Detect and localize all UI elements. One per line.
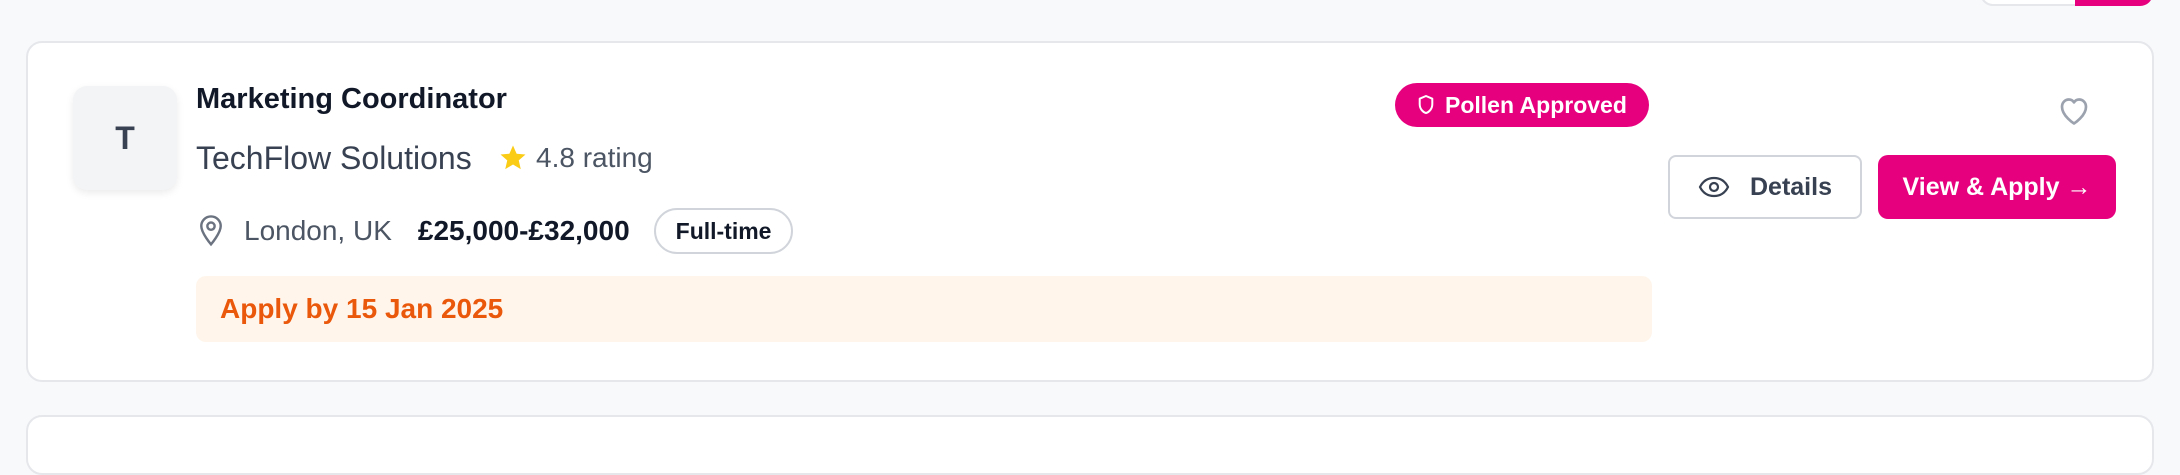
job-meta: London, UK £25,000-£32,000 Full-time [196, 208, 794, 254]
company-name: TechFlow Solutions [196, 140, 472, 176]
badge-label: Pollen Approved [1445, 91, 1627, 118]
application-deadline: Apply by 15 Jan 2025 [196, 276, 1652, 342]
next-job-card [26, 415, 2154, 475]
map-pin-icon [200, 215, 222, 247]
details-label: Details [1750, 172, 1832, 201]
pollen-approved-badge: Pollen Approved [1395, 83, 1649, 127]
previous-card-control-accent[interactable] [2075, 0, 2153, 6]
eye-icon [1698, 176, 1730, 198]
star-icon [500, 145, 526, 170]
company-rating: 4.8 rating [498, 142, 653, 174]
deadline-text: Apply by 15 Jan 2025 [220, 293, 504, 324]
job-salary: £25,000-£32,000 [417, 215, 630, 246]
details-button[interactable]: Details [1668, 155, 1862, 219]
heart-icon[interactable] [2056, 93, 2092, 127]
apply-label: View & Apply → [1902, 172, 2092, 201]
rating-text: 4.8 rating [536, 142, 653, 173]
shield-icon [1418, 95, 1434, 115]
view-and-apply-button[interactable]: View & Apply → [1878, 155, 2116, 219]
job-title[interactable]: Marketing Coordinator [196, 83, 507, 116]
company-logo: T [73, 86, 177, 190]
job-card: T Marketing Coordinator TechFlow Solutio… [26, 41, 2154, 382]
employment-type-badge: Full-time [653, 208, 794, 254]
job-location: London, UK [244, 215, 392, 246]
company-logo-letter: T [115, 119, 135, 156]
